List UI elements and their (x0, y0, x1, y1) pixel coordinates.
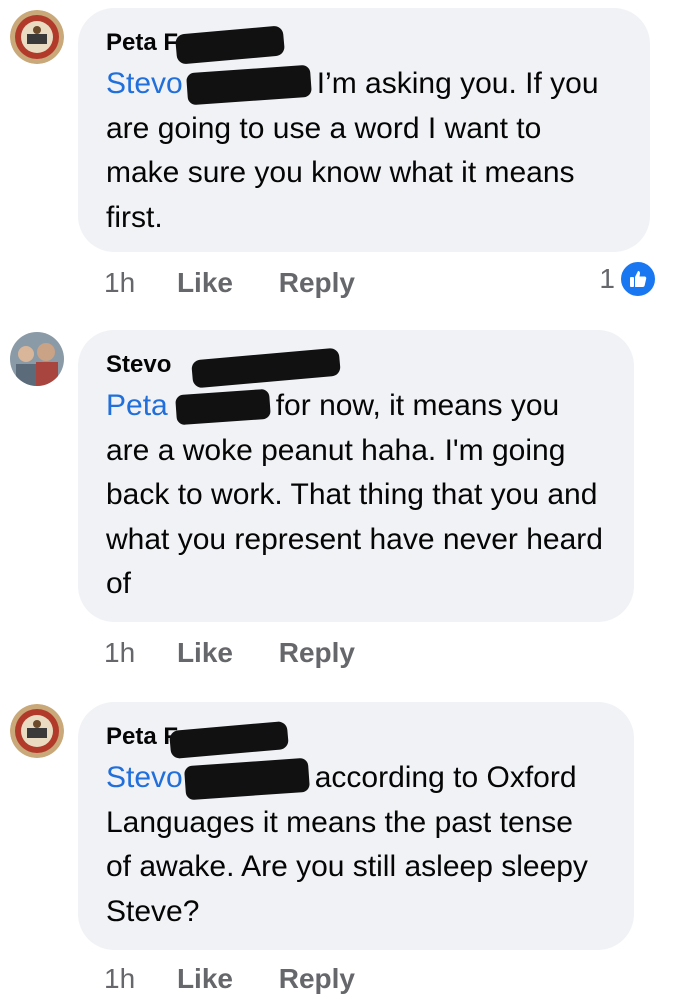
reaction-summary[interactable]: 1 (599, 260, 657, 298)
comment-author[interactable]: Peta F (106, 720, 289, 760)
reply-button[interactable]: Reply (279, 636, 355, 670)
comment-actions: 1h Like Reply (104, 266, 355, 300)
redaction-mark (174, 388, 271, 426)
redaction-mark (191, 347, 341, 389)
comment-actions: 1h Like Reply (104, 636, 355, 670)
like-reaction-icon (619, 260, 657, 298)
avatar[interactable] (10, 332, 64, 386)
comment-text: Stevo according to Oxford Languages it me… (106, 756, 606, 934)
avatar[interactable] (10, 704, 64, 758)
comment-time[interactable]: 1h (104, 962, 135, 996)
redaction-mark (169, 720, 289, 760)
comment-time[interactable]: 1h (104, 266, 135, 300)
comment-bubble: Peta F Stevo according to Oxford Language… (78, 702, 634, 950)
comment-author[interactable]: Peta F (106, 25, 286, 65)
comment-bubble: Peta F Stevo I’m asking you. If you are g… (78, 8, 650, 252)
comment-text: Peta for now, it means you are a woke pea… (106, 388, 603, 600)
comment-text: Stevo I’m asking you. If you are going to… (106, 62, 622, 240)
reaction-count: 1 (599, 263, 615, 294)
reply-button[interactable]: Reply (279, 962, 355, 996)
like-button[interactable]: Like (177, 636, 233, 670)
comment-actions: 1h Like Reply (104, 962, 355, 996)
mention-link[interactable]: Stevo (106, 67, 183, 100)
mention-link[interactable]: Peta (106, 389, 168, 422)
comment-author[interactable]: Stevo (106, 347, 341, 389)
mention-link[interactable]: Stevo (106, 761, 183, 794)
like-button[interactable]: Like (177, 266, 233, 300)
redaction-mark (174, 25, 286, 65)
redaction-mark (185, 64, 312, 106)
redaction-mark (183, 757, 310, 801)
like-button[interactable]: Like (177, 962, 233, 996)
avatar[interactable] (10, 10, 64, 64)
comment-bubble: Stevo Peta for now, it means you are a wo… (78, 330, 634, 622)
reply-button[interactable]: Reply (279, 266, 355, 300)
comment-time[interactable]: 1h (104, 636, 135, 670)
